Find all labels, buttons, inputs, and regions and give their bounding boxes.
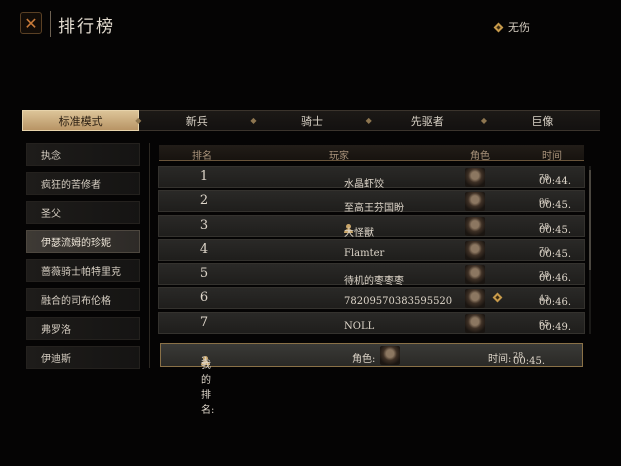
row-rank: 5	[199, 266, 209, 282]
row-rank: 2	[199, 193, 209, 209]
character-avatar	[465, 192, 485, 212]
row-time: 00:49. 65	[539, 318, 571, 333]
rune-icon	[492, 292, 503, 303]
character-avatar	[465, 313, 485, 333]
table-row[interactable]: 2 至高王芬国盼 00:45. 06	[158, 190, 585, 215]
row-time: 00:45. 28	[539, 221, 571, 236]
row-time-main: 00:45.	[539, 200, 571, 212]
tab-recruit[interactable]: 新兵	[135, 110, 255, 131]
tab-label: 标准模式	[58, 114, 103, 128]
row-time-main: 00:45.	[539, 224, 571, 236]
character-avatar	[465, 216, 485, 236]
row-time-main: 00:46.	[539, 297, 571, 309]
character-avatar	[465, 289, 485, 309]
row-player-name: 大怪獸	[344, 227, 374, 239]
table-header: 排名 玩家 角色 时间	[159, 145, 584, 162]
tab-label: 先驱者	[410, 114, 444, 128]
my-time: 00:45. 28	[513, 350, 545, 367]
my-time-main: 00:45.	[513, 356, 545, 367]
sidebar-item-7[interactable]: 伊迪斯	[26, 346, 140, 369]
table-row[interactable]: 7 NOLL 00:49. 65	[158, 311, 585, 334]
row-player-name: NOLL	[344, 320, 375, 332]
sidebar-item-label: 疯狂的苦修者	[41, 180, 101, 191]
tab-colossus[interactable]: 巨像	[481, 110, 601, 131]
sidebar-item-label: 融合的司布伦格	[41, 296, 111, 307]
row-time-main: 00:49.	[539, 321, 571, 333]
character-avatar	[465, 240, 485, 260]
row-player-name: 待机的枣枣枣	[344, 276, 404, 288]
row-time: 00:45. 70	[539, 245, 571, 260]
tab-standard[interactable]: 标准模式	[22, 110, 140, 131]
row-player-name: 水晶虾饺	[344, 179, 384, 190]
sidebar-item-label: 伊迪斯	[41, 354, 71, 365]
row-rank: 3	[199, 217, 209, 233]
tab-label: 骑士	[301, 114, 323, 128]
sidebar-item-label: 执念	[41, 151, 61, 162]
time-label: 时间:	[488, 354, 512, 365]
sidebar-item-5[interactable]: 融合的司布伦格	[26, 288, 140, 311]
header-rank: 排名	[192, 151, 212, 162]
header-character: 角色	[470, 151, 490, 162]
row-rank: 4	[199, 241, 209, 257]
sidebar-item-label: 弗罗洛	[41, 325, 71, 336]
table-row[interactable]: 4 Flamter 00:45. 70	[158, 238, 585, 261]
table-row[interactable]: 1 水晶虾饺 00:44. 78	[158, 166, 585, 190]
sidebar-item-label: 蔷薇骑士帕特里克	[41, 267, 121, 278]
row-time-main: 00:46.	[539, 273, 571, 285]
character-avatar	[380, 346, 400, 365]
my-rank-value: 3	[201, 356, 208, 367]
sidebar-item-2[interactable]: 圣父	[26, 201, 140, 224]
my-rank-bar: 我的排名: 3 角色: 时间: 00:45. 28	[160, 343, 583, 416]
header-player: 玩家	[329, 151, 349, 162]
sidebar-item-1[interactable]: 疯狂的苦修者	[26, 172, 140, 195]
sidebar-item-label: 圣父	[41, 209, 61, 220]
row-time: 00:44. 78	[539, 172, 571, 187]
table-row[interactable]: 6 78209570383595520 00:46. 43	[158, 287, 585, 310]
row-player-name: Flamter	[344, 247, 385, 259]
status-indicator: 无伤	[493, 19, 530, 35]
row-rank: 6	[199, 290, 209, 306]
close-icon: ✕	[24, 13, 38, 33]
sidebar-divider	[149, 143, 150, 368]
sidebar-item-3[interactable]: 伊瑟流姆的珍妮	[26, 230, 140, 253]
row-rank: 7	[199, 314, 209, 330]
status-label: 无伤	[508, 21, 530, 34]
header-divider	[50, 11, 51, 37]
sidebar-item-0[interactable]: 执念	[26, 143, 140, 166]
row-rank: 1	[199, 169, 209, 184]
close-button[interactable]: ✕	[20, 12, 42, 34]
character-avatar	[465, 168, 485, 187]
table-row[interactable]: 5 待机的枣枣枣 00:46. 28	[158, 263, 585, 288]
row-player-name: 至高王芬国盼	[344, 203, 404, 215]
header-time: 时间	[542, 151, 562, 162]
leaderboard-rows: 1 水晶虾饺 00:44. 78 2 至高王芬国盼 00:45. 06 3 大怪獸 00:45. 28…	[158, 166, 585, 336]
character-avatar	[465, 265, 485, 285]
row-time-main: 00:45.	[539, 248, 571, 260]
page-title: 排行榜	[58, 17, 115, 37]
scrollbar-thumb[interactable]	[589, 170, 591, 270]
row-time: 00:46. 43	[539, 293, 571, 308]
boss-sidebar: 执念 疯狂的苦修者 圣父 伊瑟流姆的珍妮 蔷薇骑士帕特里克 融合的司布伦格 弗罗…	[26, 143, 142, 375]
character-label: 角色:	[352, 354, 376, 365]
sidebar-item-label: 伊瑟流姆的珍妮	[41, 238, 111, 249]
row-time: 00:46. 28	[539, 269, 571, 284]
tab-label: 新兵	[185, 114, 208, 128]
row-time-main: 00:44.	[539, 176, 571, 187]
row-player-name: 78209570383595520	[344, 296, 453, 308]
sidebar-item-4[interactable]: 蔷薇骑士帕特里克	[26, 259, 140, 282]
sidebar-item-6[interactable]: 弗罗洛	[26, 317, 140, 340]
rune-icon	[493, 22, 504, 33]
row-time: 00:45. 06	[539, 196, 571, 211]
tab-knight[interactable]: 骑士	[250, 110, 370, 131]
tab-vanguard[interactable]: 先驱者	[366, 110, 485, 131]
table-row[interactable]: 3 大怪獸 00:45. 28	[158, 214, 585, 239]
tab-label: 巨像	[531, 114, 554, 128]
mode-tabs: 标准模式 新兵 骑士 先驱者 巨像	[22, 110, 601, 131]
header: ✕ 排行榜 无伤	[0, 0, 621, 50]
